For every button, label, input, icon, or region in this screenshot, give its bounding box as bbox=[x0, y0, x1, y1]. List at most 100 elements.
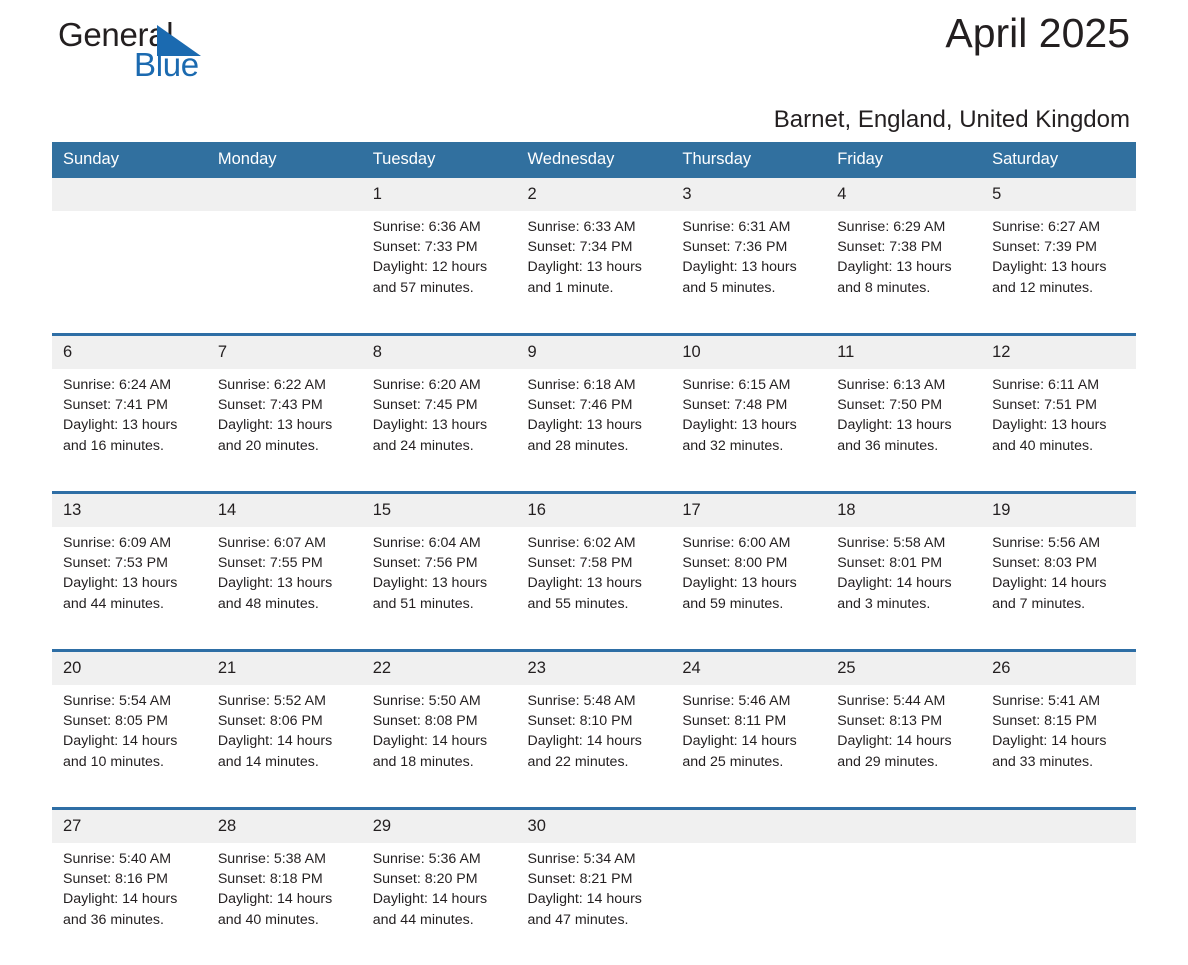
day-cell[interactable]: Sunrise: 5:44 AM Sunset: 8:13 PM Daylight:… bbox=[826, 685, 982, 807]
day-cell[interactable]: Sunrise: 6:20 AM Sunset: 7:45 PM Daylight:… bbox=[361, 369, 517, 491]
day-number[interactable]: 30 bbox=[516, 810, 672, 843]
day-cell[interactable]: Sunrise: 6:24 AM Sunset: 7:41 PM Daylight:… bbox=[52, 369, 207, 491]
day-sunrise-text: Sunrise: 6:24 AM bbox=[63, 377, 172, 393]
day-sunset-text: Sunset: 8:18 PM bbox=[217, 871, 323, 888]
day-number[interactable]: 20 bbox=[52, 652, 207, 685]
day-number[interactable]: 24 bbox=[671, 652, 827, 685]
day-cell[interactable]: Sunrise: 5:41 AM Sunset: 8:15 PM Daylight:… bbox=[981, 685, 1136, 807]
day-number[interactable]: 2 bbox=[516, 178, 672, 211]
day-cell[interactable]: Sunrise: 5:48 AM Sunset: 8:10 PM Daylight:… bbox=[516, 685, 672, 807]
day-sunrise-text: Sunrise: 6:07 AM bbox=[217, 535, 326, 551]
day-cell[interactable]: Sunrise: 6:22 AM Sunset: 7:43 PM Daylight:… bbox=[206, 369, 362, 491]
day-number[interactable]: 16 bbox=[516, 494, 672, 527]
day-sunset-text: Sunset: 8:15 PM bbox=[992, 713, 1097, 730]
day-cell[interactable]: Sunrise: 6:31 AM Sunset: 7:36 PM Daylight:… bbox=[671, 211, 827, 333]
day-sunrise-text: Sunrise: 5:48 AM bbox=[527, 693, 636, 709]
day-number[interactable]: 5 bbox=[981, 178, 1136, 211]
weekday-header-tuesday: Tuesday bbox=[361, 142, 517, 178]
day-cell[interactable]: Sunrise: 6:04 AM Sunset: 7:56 PM Daylight:… bbox=[361, 527, 517, 649]
day-sunrise-text: Sunrise: 6:11 AM bbox=[992, 377, 1100, 393]
day-cell[interactable]: Sunrise: 6:07 AM Sunset: 7:55 PM Daylight:… bbox=[206, 527, 362, 649]
weekday-header-saturday: Saturday bbox=[981, 142, 1136, 178]
day-number[interactable]: 15 bbox=[361, 494, 517, 527]
day-number[interactable]: 1 bbox=[361, 178, 517, 211]
day-daylight-line-text: Daylight: 13 hours bbox=[527, 417, 642, 434]
day-cell[interactable]: Sunrise: 5:34 AM Sunset: 8:21 PM Daylight:… bbox=[516, 843, 672, 965]
day-number[interactable]: 3 bbox=[671, 178, 827, 211]
day-cell[interactable]: Sunrise: 6:33 AM Sunset: 7:34 PM Daylight:… bbox=[516, 211, 672, 333]
day-number[interactable]: 13 bbox=[52, 494, 207, 527]
day-cell[interactable]: Sunrise: 6:36 AM Sunset: 7:33 PM Daylight:… bbox=[361, 211, 517, 333]
day-number[interactable]: 18 bbox=[826, 494, 982, 527]
day-daylight-line-text: Daylight: 14 hours bbox=[527, 733, 642, 750]
day-daylight-line-text: Daylight: 14 hours bbox=[372, 733, 488, 750]
day-number[interactable]: 28 bbox=[206, 810, 362, 843]
day-number[interactable]: 17 bbox=[671, 494, 827, 527]
day-number[interactable]: 12 bbox=[981, 336, 1136, 369]
weekday-header-wednesday: Wednesday bbox=[516, 142, 672, 178]
day-cell[interactable]: Sunrise: 6:15 AM Sunset: 7:48 PM Daylight:… bbox=[671, 369, 827, 491]
day-sunset-text: Sunset: 7:53 PM bbox=[63, 555, 168, 572]
calendar-table: Sunday Monday Tuesday Wednesday Thursday… bbox=[52, 142, 1136, 965]
day-cell[interactable]: Sunrise: 5:54 AM Sunset: 8:05 PM Daylight:… bbox=[52, 685, 207, 807]
day-number[interactable]: 7 bbox=[206, 336, 362, 369]
day-cell[interactable]: Sunrise: 6:09 AM Sunset: 7:53 PM Daylight:… bbox=[52, 527, 207, 649]
day-cell[interactable]: Sunrise: 5:46 AM Sunset: 8:11 PM Daylight:… bbox=[671, 685, 827, 807]
day-number-row: 12345 bbox=[52, 178, 1136, 211]
day-sunset-text: Sunset: 7:51 PM bbox=[992, 397, 1097, 414]
day-daylight-line-text: Daylight: 13 hours bbox=[63, 417, 178, 434]
day-cell[interactable]: Sunrise: 6:11 AM Sunset: 7:51 PM Daylight:… bbox=[981, 369, 1136, 491]
day-cell[interactable]: Sunrise: 5:52 AM Sunset: 8:06 PM Daylight:… bbox=[206, 685, 362, 807]
day-cell[interactable]: Sunrise: 5:50 AM Sunset: 8:08 PM Daylight:… bbox=[361, 685, 517, 807]
day-daylight-line-text: and 16 minutes. bbox=[63, 437, 164, 454]
day-daylight-line-text: and 36 minutes. bbox=[63, 911, 164, 928]
day-cell[interactable]: Sunrise: 5:38 AM Sunset: 8:18 PM Daylight:… bbox=[206, 843, 362, 965]
day-number[interactable]: 11 bbox=[826, 336, 982, 369]
day-daylight-line-text: and 51 minutes. bbox=[372, 595, 474, 612]
day-number[interactable]: 6 bbox=[52, 336, 207, 369]
day-cell[interactable]: Sunrise: 5:56 AM Sunset: 8:03 PM Daylight:… bbox=[981, 527, 1136, 649]
day-daylight-line-text: Daylight: 13 hours bbox=[992, 417, 1107, 434]
day-daylight-line-text: Daylight: 14 hours bbox=[837, 733, 952, 750]
day-daylight-line-text: and 33 minutes. bbox=[992, 753, 1094, 770]
day-number[interactable]: 27 bbox=[52, 810, 207, 843]
weekday-header-thursday: Thursday bbox=[671, 142, 827, 178]
day-cell[interactable]: Sunrise: 5:40 AM Sunset: 8:16 PM Daylight:… bbox=[52, 843, 207, 965]
day-sunrise-text: Sunrise: 6:15 AM bbox=[682, 377, 791, 393]
day-number-empty bbox=[981, 810, 1136, 843]
day-cell[interactable]: Sunrise: 6:18 AM Sunset: 7:46 PM Daylight:… bbox=[516, 369, 672, 491]
day-number[interactable]: 21 bbox=[206, 652, 362, 685]
day-number-row: 6 7 8 9 10 11 12 bbox=[52, 336, 1136, 369]
day-daylight-line-text: and 55 minutes. bbox=[527, 595, 629, 612]
day-daylight-line-text: and 47 minutes. bbox=[527, 911, 629, 928]
day-cell[interactable]: Sunrise: 6:27 AM Sunset: 7:39 PM Daylight:… bbox=[981, 211, 1136, 333]
day-sunset-text: Sunset: 8:10 PM bbox=[527, 713, 633, 730]
day-number[interactable]: 25 bbox=[826, 652, 982, 685]
day-number[interactable]: 4 bbox=[826, 178, 982, 211]
day-number[interactable]: 19 bbox=[981, 494, 1136, 527]
day-cell[interactable]: Sunrise: 5:36 AM Sunset: 8:20 PM Daylight:… bbox=[361, 843, 517, 965]
day-cell[interactable]: Sunrise: 6:00 AM Sunset: 8:00 PM Daylight:… bbox=[671, 527, 827, 649]
generalblue-logo[interactable]: General Blue bbox=[58, 16, 338, 96]
day-cell[interactable]: Sunrise: 6:13 AM Sunset: 7:50 PM Daylight:… bbox=[826, 369, 982, 491]
day-daylight-line-text: and 44 minutes. bbox=[372, 911, 474, 928]
day-number[interactable]: 8 bbox=[361, 336, 517, 369]
day-info-row: Sunrise: 6:36 AM Sunset: 7:33 PM Daylight:… bbox=[52, 211, 1136, 333]
day-number[interactable]: 9 bbox=[516, 336, 672, 369]
day-number[interactable]: 29 bbox=[361, 810, 517, 843]
day-number-empty bbox=[206, 178, 362, 211]
day-daylight-line-text: and 1 minute. bbox=[527, 279, 614, 296]
day-number[interactable]: 14 bbox=[206, 494, 362, 527]
day-number-empty bbox=[52, 178, 207, 211]
day-daylight-line-text: Daylight: 14 hours bbox=[372, 891, 488, 908]
day-sunrise-text: Sunrise: 6:13 AM bbox=[837, 377, 946, 393]
day-number[interactable]: 10 bbox=[671, 336, 827, 369]
day-cell[interactable]: Sunrise: 5:58 AM Sunset: 8:01 PM Daylight:… bbox=[826, 527, 982, 649]
day-cell[interactable]: Sunrise: 6:02 AM Sunset: 7:58 PM Daylight:… bbox=[516, 527, 672, 649]
day-cell[interactable]: Sunrise: 6:29 AM Sunset: 7:38 PM Daylight:… bbox=[826, 211, 982, 333]
day-number[interactable]: 22 bbox=[361, 652, 517, 685]
day-daylight-line-text: and 32 minutes. bbox=[682, 437, 784, 454]
day-daylight-line-text: Daylight: 13 hours bbox=[682, 259, 797, 276]
day-number[interactable]: 26 bbox=[981, 652, 1136, 685]
day-number[interactable]: 23 bbox=[516, 652, 672, 685]
